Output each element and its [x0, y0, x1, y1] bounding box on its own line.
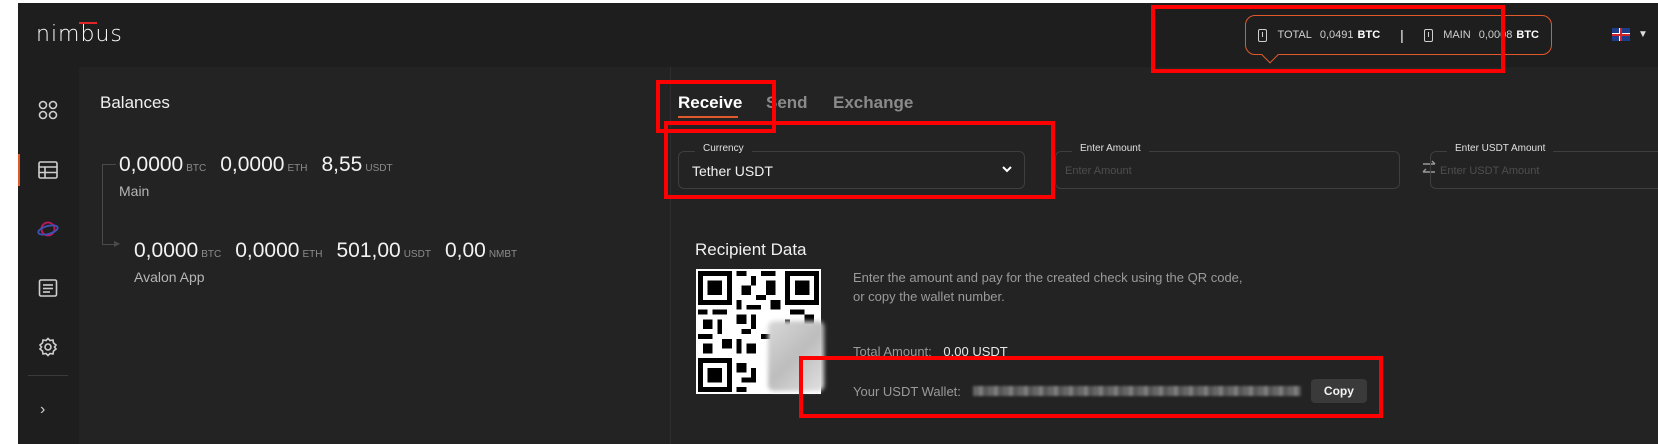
holding-currency: BTC: [186, 163, 207, 174]
settings-icon[interactable]: [37, 336, 59, 358]
holding-amount: 8,55: [321, 153, 363, 176]
sidebar: ›: [18, 67, 79, 444]
holding-currency: USDT: [365, 163, 393, 174]
recipient-data-title: Recipient Data: [695, 240, 807, 259]
tree-connector: [102, 164, 103, 244]
tree-arrow-icon: ▶: [114, 239, 121, 248]
highlight-box: [799, 356, 1383, 418]
app-logo[interactable]: nimbus: [36, 22, 123, 47]
usdt-amount-placeholder: Enter USDT Amount: [1440, 165, 1540, 177]
usdt-amount-label: Enter USDT Amount: [1447, 143, 1554, 154]
holding-currency: ETH: [287, 163, 308, 174]
planet-icon[interactable]: [37, 218, 59, 240]
account-avalon-app[interactable]: 0,0000 BTC 0,0000 ETH 501,00 USDT 0,00 N…: [134, 239, 531, 285]
highlight-box: [664, 121, 1055, 199]
uk-flag-icon[interactable]: [1612, 28, 1630, 41]
account-name: Avalon App: [134, 269, 205, 285]
instruction-line: or copy the wallet number.: [853, 289, 1005, 304]
balances-title: Balances: [100, 93, 170, 112]
news-icon[interactable]: [37, 277, 59, 299]
instruction-line: Enter the amount and pay for the created…: [853, 270, 1243, 285]
recipient-instructions: Enter the amount and pay for the created…: [853, 268, 1273, 306]
chevron-right-icon[interactable]: ›: [40, 401, 45, 419]
holding-amount: 501,00: [336, 239, 401, 262]
language-dropdown-caret-icon[interactable]: ▼: [1638, 29, 1648, 40]
highlight-box: [1151, 5, 1505, 73]
usdt-amount-field[interactable]: Enter USDT Amount Enter USDT Amount: [1430, 143, 1658, 189]
holding-amount: 0,00: [444, 239, 486, 262]
holding-currency: NMBT: [488, 249, 518, 260]
holding-amount: 0,0000: [235, 239, 300, 262]
sidebar-active-indicator: [18, 154, 20, 186]
logo-accent-bar: [79, 22, 97, 24]
account-holdings: 0,0000 BTC 0,0000 ETH 8,55 USDT: [119, 153, 407, 177]
holding-currency: USDT: [403, 249, 431, 260]
holding-currency: ETH: [302, 249, 323, 260]
amount-label: Enter Amount: [1072, 143, 1149, 154]
main-currency: BTC: [1516, 29, 1539, 41]
balances-panel: Balances ▶ 0,0000 BTC 0,0000 ETH 8,55 US…: [79, 67, 671, 444]
account-main[interactable]: 0,0000 BTC 0,0000 ETH 8,55 USDT Main: [119, 153, 407, 199]
amount-placeholder: Enter Amount: [1065, 165, 1132, 177]
sidebar-divider: [28, 375, 68, 376]
tree-connector: [102, 164, 116, 165]
holding-amount: 0,0000: [220, 153, 285, 176]
account-holdings: 0,0000 BTC 0,0000 ETH 501,00 USDT 0,00 N…: [134, 239, 531, 263]
dashboard-icon[interactable]: [37, 99, 59, 121]
holding-currency: BTC: [201, 249, 222, 260]
tab-exchange[interactable]: Exchange: [833, 93, 913, 113]
table-icon[interactable]: [37, 159, 59, 181]
holding-amount: 0,0000: [134, 239, 199, 262]
amount-field[interactable]: Enter Amount Enter Amount: [1055, 143, 1400, 189]
holding-amount: 0,0000: [119, 153, 184, 176]
account-name: Main: [119, 183, 150, 199]
